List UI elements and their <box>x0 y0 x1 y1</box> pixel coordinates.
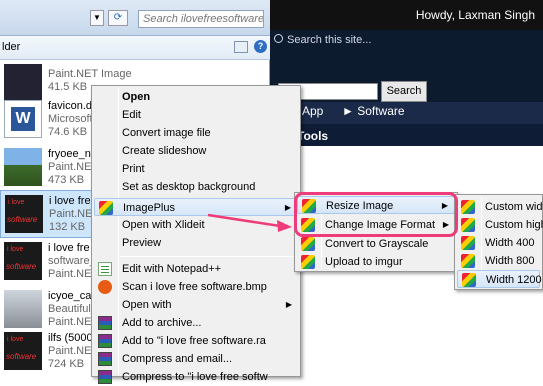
annotation-arrow-icon <box>207 213 292 232</box>
